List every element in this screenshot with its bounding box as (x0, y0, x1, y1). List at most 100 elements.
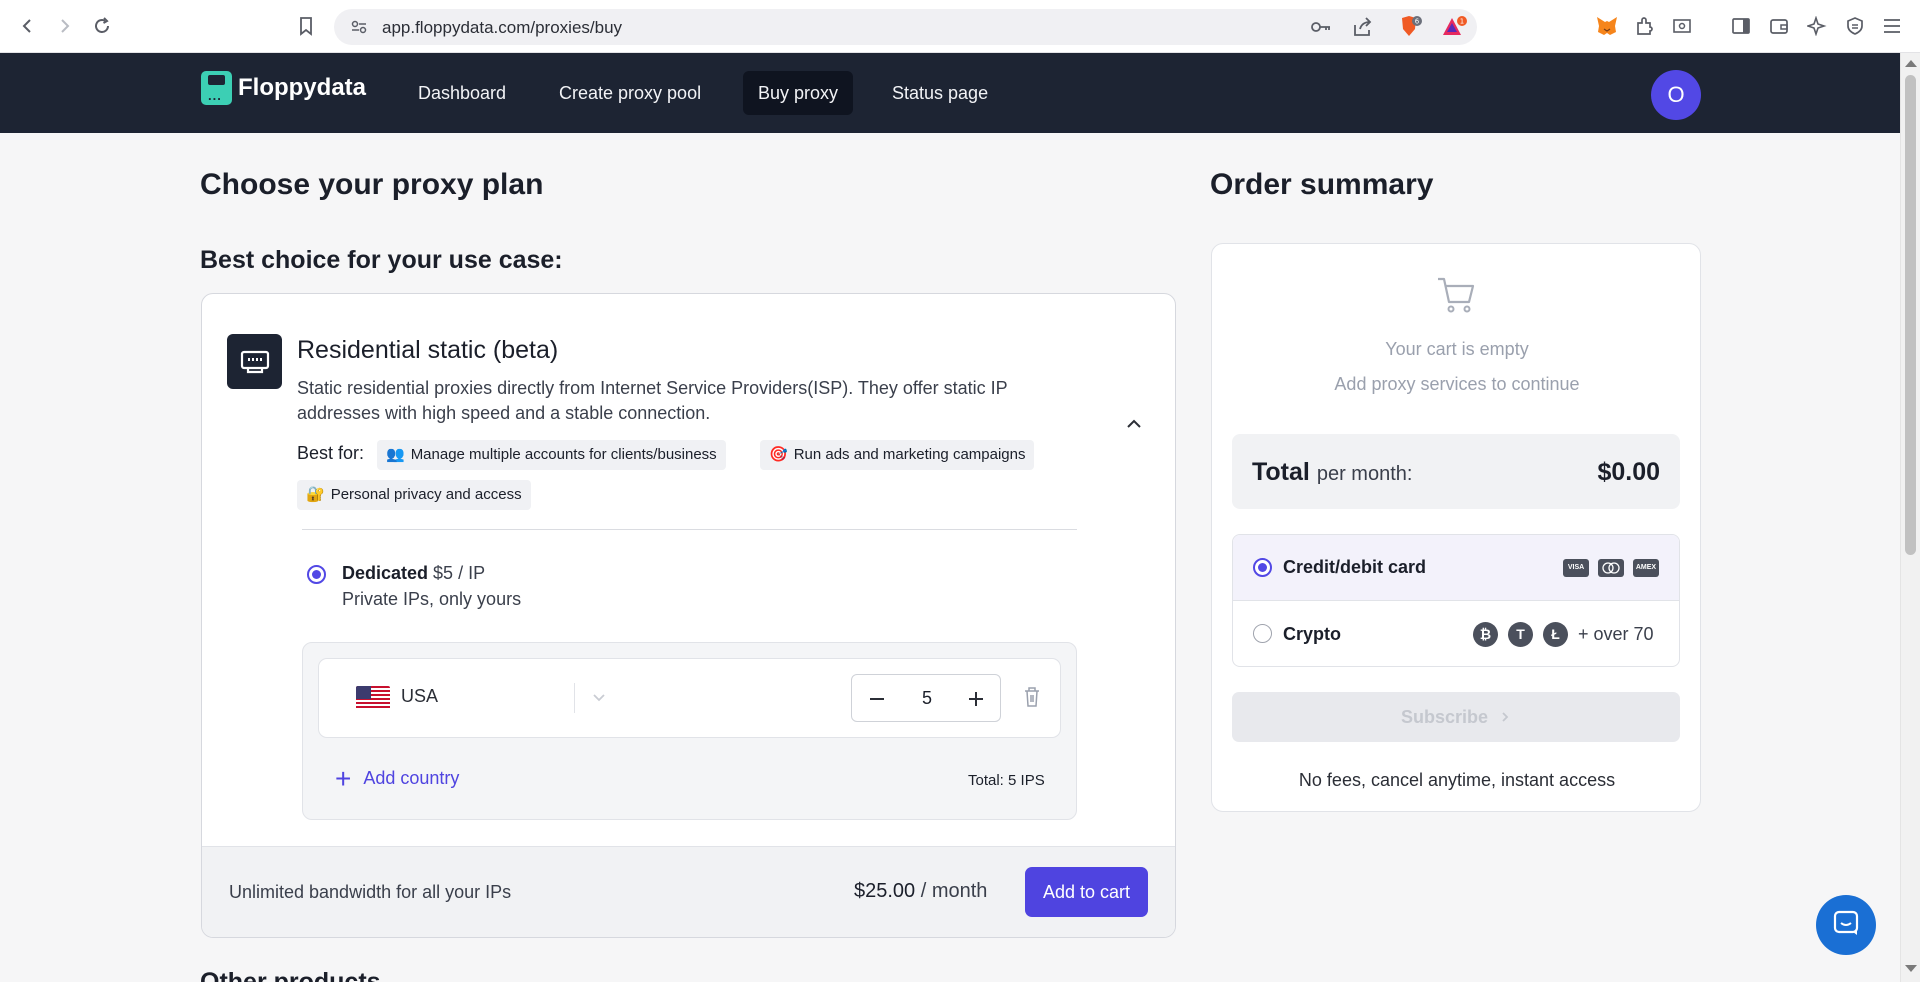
plan-price: $25.00 / month (854, 880, 987, 903)
quantity-stepper[interactable]: 5 (851, 674, 1001, 722)
back-icon[interactable] (14, 12, 42, 40)
leo-ai-icon[interactable] (1805, 14, 1829, 38)
option-name: Dedicated (342, 563, 429, 583)
option-title: Dedicated $5 / IP (342, 563, 485, 584)
plus-icon: + (335, 762, 352, 794)
reload-icon[interactable] (88, 12, 116, 40)
nav-create-proxy-pool[interactable]: Create proxy pool (544, 71, 716, 115)
total-ips: Total: 5 IPS (968, 772, 1045, 789)
cart-empty-text: Your cart is empty (1385, 339, 1529, 359)
brand-logo[interactable]: Floppydata (201, 71, 366, 105)
tether-icon: T (1508, 622, 1533, 647)
reader-mode-icon[interactable] (1670, 14, 1694, 38)
page-scrollbar[interactable] (1900, 53, 1920, 982)
use-case-heading: Best choice for your use case: (200, 246, 563, 274)
other-products-heading: Other products (200, 968, 381, 982)
crypto-radio[interactable] (1253, 624, 1272, 643)
forward-icon[interactable] (50, 12, 78, 40)
use-case-tag: 🎯 Run ads and marketing campaigns (760, 440, 1035, 470)
nav-buy-proxy[interactable]: Buy proxy (743, 71, 854, 115)
amex-icon: AMEX (1633, 559, 1659, 577)
lock-icon: 🔐 (306, 486, 325, 503)
bandwidth-note: Unlimited bandwidth for all your IPs (229, 882, 512, 902)
subscribe-label: Subscribe (1400, 707, 1488, 727)
address-bar[interactable]: app.floppydata.com/proxies/buy 6 1 (334, 9, 1477, 45)
divider (302, 529, 1077, 530)
use-case-tag: 🔐 Personal privacy and access (297, 480, 531, 510)
brave-rewards-icon[interactable]: 1 (1441, 15, 1469, 44)
cart-icon (1436, 275, 1478, 315)
scroll-thumb[interactable] (1905, 75, 1916, 555)
total-period: per month: (1316, 463, 1413, 485)
plus-icon[interactable] (964, 687, 988, 711)
trash-icon[interactable] (1022, 686, 1042, 708)
plan-card-footer: Unlimited bandwidth for all your IPs $25… (202, 846, 1175, 937)
dedicated-radio[interactable] (307, 565, 326, 584)
add-to-cart-button[interactable]: Add to cart (1025, 867, 1148, 917)
payment-method-selector: Credit/debit card VISA AMEX Crypto ₿ T Ł… (1232, 534, 1680, 667)
order-summary-title: Order summary (1210, 168, 1434, 201)
country-selector-panel: USA 5 + Add country Total: 5 IPS (302, 642, 1077, 820)
nav-dashboard[interactable]: Dashboard (403, 71, 521, 115)
sidebar-toggle-icon[interactable] (1729, 14, 1753, 38)
wallet-icon[interactable] (1767, 14, 1791, 38)
people-icon: 👥 (386, 446, 405, 463)
page-title: Choose your proxy plan (200, 168, 544, 201)
plan-title: Residential static (beta) (297, 336, 559, 364)
extensions-icon[interactable] (1633, 14, 1657, 38)
key-icon[interactable] (1310, 18, 1332, 41)
scroll-up-arrow-icon[interactable] (1905, 60, 1917, 67)
chat-support-button[interactable] (1816, 895, 1876, 955)
url-text: app.floppydata.com/proxies/buy (382, 18, 623, 37)
app-navbar: Floppydata Dashboard Create proxy pool B… (0, 53, 1900, 133)
target-icon: 🎯 (769, 446, 788, 463)
total-amount: $0.00 (1597, 458, 1660, 486)
option-subtitle: Private IPs, only yours (342, 589, 522, 609)
mastercard-icon (1598, 559, 1624, 577)
price-amount: $25.00 (854, 880, 916, 902)
option-price: $5 / IP (433, 563, 486, 583)
litecoin-icon: Ł (1543, 622, 1568, 647)
card-radio[interactable] (1253, 558, 1272, 577)
payment-option-crypto[interactable]: Crypto ₿ T Ł + over 70 (1233, 602, 1679, 666)
usa-flag-icon (356, 686, 390, 710)
card-label: Credit/debit card (1283, 557, 1427, 577)
payment-option-card[interactable]: Credit/debit card VISA AMEX (1233, 535, 1679, 601)
crypto-more-text: + over 70 (1578, 624, 1654, 644)
cart-hint-text: Add proxy services to continue (1334, 374, 1580, 394)
user-avatar[interactable]: O (1651, 70, 1701, 120)
chevron-down-icon[interactable] (591, 691, 607, 710)
bitcoin-icon: ₿ (1473, 622, 1498, 647)
total-box: Total per month: $0.00 (1232, 434, 1680, 509)
brave-shields-icon[interactable]: 6 (1398, 15, 1424, 44)
select-separator (574, 683, 575, 713)
crypto-label: Crypto (1283, 624, 1341, 644)
tag-label: Personal privacy and access (330, 486, 522, 503)
ethernet-port-icon (227, 334, 282, 389)
no-fees-note: No fees, cancel anytime, instant access (1298, 770, 1616, 790)
order-summary-card: Your cart is empty Add proxy services to… (1211, 243, 1701, 812)
metamask-icon[interactable] (1595, 14, 1619, 38)
bookmark-icon[interactable] (292, 12, 320, 40)
price-period: / month (920, 880, 988, 902)
country-row: USA 5 (318, 658, 1061, 738)
browser-toolbar: app.floppydata.com/proxies/buy 6 1 (0, 0, 1920, 53)
scroll-down-arrow-icon[interactable] (1905, 965, 1917, 972)
vpn-shield-icon[interactable] (1843, 14, 1867, 38)
site-settings-icon[interactable] (350, 18, 368, 41)
brand-name: Floppydata (238, 74, 367, 101)
chevron-up-icon[interactable] (1124, 414, 1144, 434)
country-name[interactable]: USA (401, 686, 438, 707)
subscribe-button[interactable]: Subscribe (1232, 692, 1680, 742)
total-word: Total (1252, 458, 1310, 486)
floppy-disk-icon (201, 71, 232, 105)
chevron-right-icon (1493, 707, 1511, 727)
share-icon[interactable] (1352, 17, 1374, 42)
tag-label: Manage multiple accounts for clients/bus… (410, 446, 717, 463)
best-for-label: Best for: (297, 443, 365, 463)
nav-status-page[interactable]: Status page (877, 71, 1003, 115)
tag-label: Run ads and marketing campaigns (793, 446, 1026, 463)
add-country-button[interactable]: + Add country (335, 762, 459, 794)
visa-icon: VISA (1563, 559, 1589, 577)
menu-icon[interactable] (1880, 14, 1904, 38)
